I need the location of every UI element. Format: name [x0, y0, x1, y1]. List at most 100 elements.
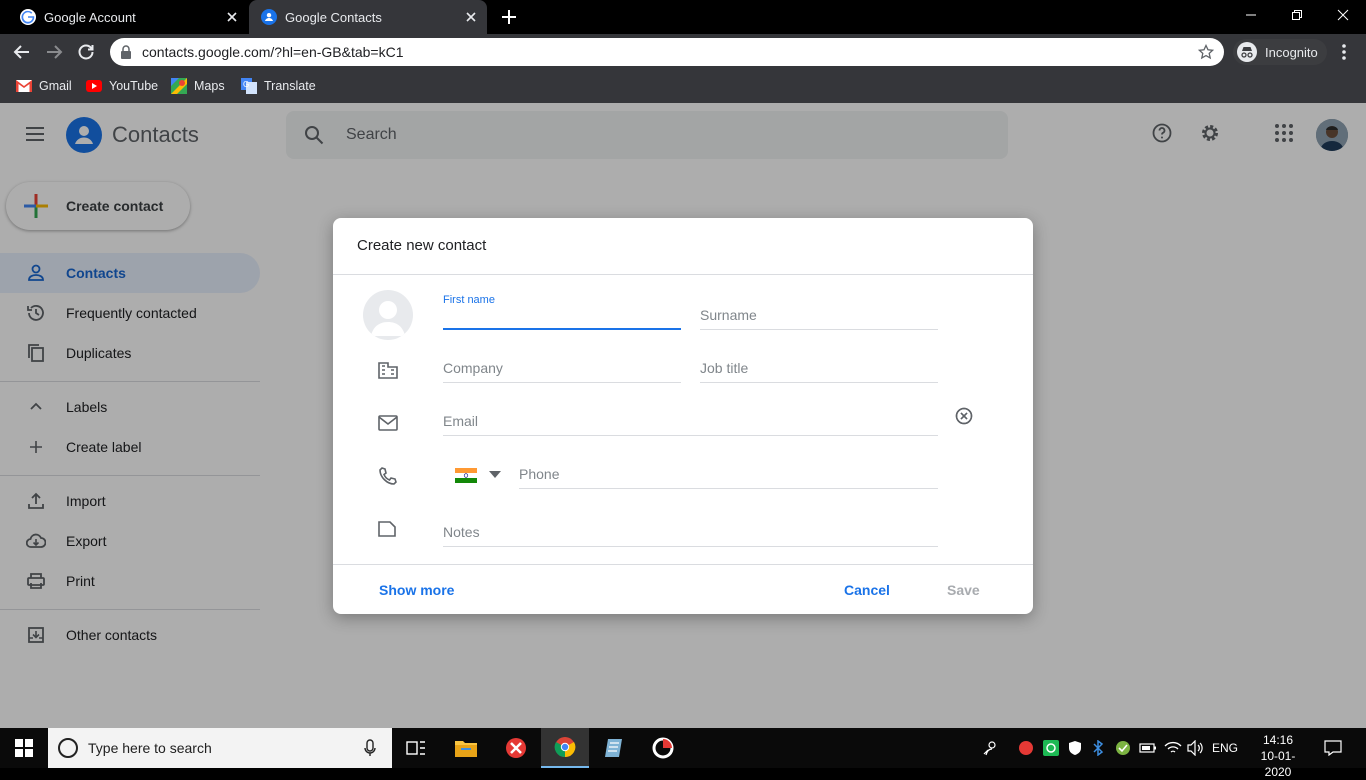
green-app-tray-icon[interactable] — [1043, 740, 1059, 756]
bookmark-star-icon[interactable] — [1198, 44, 1214, 60]
company-placeholder: Company — [443, 360, 503, 376]
bookmark-label: YouTube — [109, 79, 159, 93]
security-shield-icon[interactable] — [1067, 740, 1083, 756]
new-tab-icon[interactable] — [500, 8, 518, 26]
bookmark-youtube[interactable]: YouTube — [86, 76, 158, 96]
job-title-field[interactable]: Job title — [700, 343, 938, 383]
task-view-icon — [406, 741, 425, 755]
email-placeholder: Email — [443, 413, 479, 429]
minimize-icon — [1246, 14, 1256, 16]
tab-strip: Google Account Google Contacts — [0, 0, 1366, 34]
incognito-icon — [1237, 42, 1257, 62]
cancel-button[interactable]: Cancel — [844, 582, 890, 598]
taskbar-clock[interactable]: 14:16 10-01-2020 — [1248, 732, 1308, 780]
reload-icon[interactable] — [76, 42, 96, 62]
windows-taskbar: Type here to search ENG 14:16 10-01-2020 — [0, 728, 1366, 779]
country-dropdown-caret-icon[interactable] — [489, 471, 501, 479]
close-tab-icon[interactable] — [224, 9, 240, 25]
browser-toolbar: contacts.google.com/?hl=en-GB&tab=kC1 In… — [0, 34, 1366, 70]
company-building-icon — [378, 362, 398, 379]
ccleaner-tray-icon[interactable] — [1018, 740, 1034, 756]
close-tab-icon[interactable] — [463, 9, 479, 25]
tab-google-contacts[interactable]: Google Contacts — [249, 0, 487, 34]
ccleaner-icon — [506, 738, 526, 758]
url-text: contacts.google.com/?hl=en-GB&tab=kC1 — [142, 44, 404, 60]
clock-time: 14:16 — [1262, 733, 1294, 747]
contacts-page: Contacts Search Create contact Contacts … — [0, 103, 1366, 728]
volume-icon[interactable] — [1187, 740, 1205, 756]
first-name-field[interactable]: First name — [443, 290, 681, 330]
restore-icon — [1292, 10, 1302, 20]
phone-placeholder: Phone — [519, 466, 560, 482]
clock-date: 10-01-2020 — [1260, 749, 1296, 779]
address-bar[interactable]: contacts.google.com/?hl=en-GB&tab=kC1 — [110, 38, 1224, 66]
gmail-icon — [16, 80, 32, 92]
task-view-button[interactable] — [392, 728, 440, 768]
notepad-icon — [605, 739, 622, 757]
bookmark-translate[interactable]: G Translate — [241, 76, 316, 96]
dialog-divider — [333, 274, 1033, 275]
first-name-label: First name — [443, 294, 495, 306]
more-vert-icon[interactable] — [1338, 42, 1350, 62]
youtube-icon — [86, 80, 102, 92]
job-title-placeholder: Job title — [700, 360, 749, 376]
people-icon[interactable] — [983, 740, 999, 756]
contact-photo-placeholder[interactable] — [363, 290, 413, 340]
google-icon — [20, 9, 36, 25]
start-button[interactable] — [0, 728, 48, 768]
cortana-icon — [58, 738, 78, 758]
tab-title: Google Account — [44, 9, 136, 25]
dialog-divider — [333, 564, 1033, 565]
bookmark-maps[interactable]: Maps — [171, 76, 225, 96]
save-button[interactable]: Save — [947, 582, 980, 598]
notes-icon — [378, 521, 396, 537]
taskbar-search-placeholder: Type here to search — [88, 740, 212, 756]
forward-arrow-icon[interactable] — [44, 42, 64, 62]
bookmark-gmail[interactable]: Gmail — [16, 76, 72, 96]
notes-placeholder: Notes — [443, 524, 480, 540]
windows-logo-icon — [15, 739, 33, 757]
email-envelope-icon — [378, 415, 398, 431]
restore-button[interactable] — [1274, 0, 1320, 30]
taskbar-app-notepad[interactable] — [590, 728, 638, 768]
close-window-button[interactable] — [1320, 0, 1366, 30]
create-contact-dialog: Create new contact First name Surname Co… — [333, 218, 1033, 614]
tab-title: Google Contacts — [285, 9, 382, 25]
bookmark-label: Maps — [194, 79, 225, 93]
bookmark-label: Gmail — [39, 79, 72, 93]
phone-field[interactable]: Phone — [519, 449, 938, 489]
sync-check-icon[interactable] — [1115, 740, 1131, 756]
taskbar-chrome[interactable] — [541, 728, 589, 768]
lock-icon[interactable] — [120, 45, 132, 59]
minimize-button[interactable] — [1228, 0, 1274, 30]
bluetooth-icon[interactable] — [1092, 740, 1104, 756]
maps-icon — [171, 78, 187, 94]
input-language-indicator[interactable]: ENG — [1212, 741, 1238, 755]
first-name-input[interactable] — [443, 310, 681, 326]
tab-google-account[interactable]: Google Account — [8, 0, 248, 34]
show-more-button[interactable]: Show more — [379, 582, 454, 598]
email-field[interactable]: Email — [443, 396, 938, 436]
back-arrow-icon[interactable] — [12, 42, 32, 62]
clear-email-icon[interactable] — [955, 407, 973, 425]
chrome-icon — [554, 737, 576, 758]
wifi-icon[interactable] — [1164, 740, 1182, 756]
taskbar-file-explorer[interactable] — [442, 728, 490, 768]
dialog-title: Create new contact — [357, 237, 487, 254]
microphone-icon[interactable] — [364, 739, 376, 757]
taskbar-app-capture[interactable] — [639, 728, 687, 768]
battery-icon[interactable] — [1139, 740, 1157, 756]
india-flag-icon[interactable] — [455, 468, 477, 483]
translate-icon: G — [241, 78, 257, 94]
taskbar-search-box[interactable]: Type here to search — [48, 728, 392, 768]
taskbar-ccleaner[interactable] — [492, 728, 540, 768]
close-icon — [1337, 9, 1349, 21]
bookmark-label: Translate — [264, 79, 316, 93]
incognito-label: Incognito — [1265, 44, 1318, 60]
folder-icon — [455, 741, 477, 757]
company-field[interactable]: Company — [443, 343, 681, 383]
surname-field[interactable]: Surname — [700, 290, 938, 330]
notifications-icon[interactable] — [1324, 740, 1342, 756]
incognito-badge[interactable]: Incognito — [1233, 39, 1327, 65]
notes-field[interactable]: Notes — [443, 507, 938, 547]
